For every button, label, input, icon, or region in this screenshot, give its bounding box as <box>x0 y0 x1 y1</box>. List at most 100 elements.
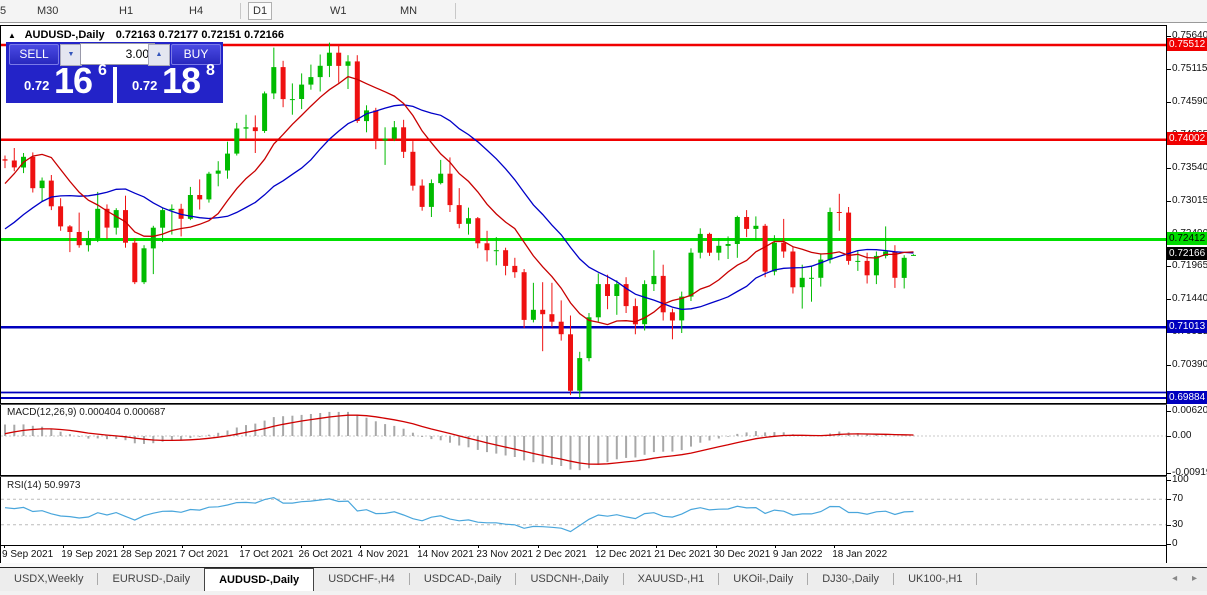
candle-body <box>85 238 91 246</box>
candle-body <box>11 160 17 168</box>
price-tick-label: 0.70390 <box>1172 359 1207 371</box>
rsi-plot[interactable] <box>1 477 1166 545</box>
date-label: 9 Sep 2021 <box>2 549 54 560</box>
candle-body <box>568 334 573 391</box>
date-label: 7 Oct 2021 <box>179 549 229 560</box>
tab-scroll-left-icon[interactable]: ◂ <box>1172 573 1177 584</box>
chart-tab-xauusd-h1[interactable]: XAUUSD-,H1 <box>624 568 719 591</box>
candle-body <box>215 170 221 174</box>
timeframe-button-h4[interactable]: H4 <box>185 3 207 19</box>
date-label: 28 Sep 2021 <box>120 549 178 560</box>
timeframe-toolbar: 5 M30 H1 H4 D1 W1 MN <box>0 0 1207 23</box>
panel-separator[interactable] <box>0 404 1167 405</box>
candle-body <box>336 52 342 66</box>
candle-body <box>790 251 796 288</box>
candle-body <box>345 61 351 66</box>
panel-separator[interactable] <box>0 476 1167 477</box>
chart-tab-usdcnh-daily[interactable]: USDCNH-,Daily <box>516 568 622 591</box>
chart-tab-usdx-weekly[interactable]: USDX,Weekly <box>0 568 97 591</box>
candle-body <box>410 151 416 186</box>
tab-scroll-right-icon[interactable]: ▸ <box>1192 573 1197 584</box>
timeframe-button-h1[interactable]: H1 <box>115 3 137 19</box>
chart-tab-usdcad-daily[interactable]: USDCAD-,Daily <box>410 568 516 591</box>
date-tick <box>63 545 65 548</box>
candle-body <box>95 208 101 239</box>
rsi-axis-label: 30 <box>1172 518 1184 530</box>
price-tick <box>1166 200 1171 202</box>
candle-body <box>734 217 740 244</box>
date-tick <box>478 545 480 548</box>
date-label: 19 Sep 2021 <box>61 549 119 560</box>
candle-body <box>150 227 156 249</box>
candle-body <box>688 252 694 297</box>
candle-body <box>484 243 490 251</box>
candle-body <box>39 180 45 189</box>
sell-button[interactable]: SELL <box>9 44 59 65</box>
candle-body <box>419 185 425 207</box>
candle-body <box>382 138 388 141</box>
chart-tab-uk100-h1[interactable]: UK100-,H1 <box>894 568 976 591</box>
candle-body <box>438 173 444 184</box>
chart-border-right <box>1166 25 1167 566</box>
date-label: 17 Oct 2021 <box>239 549 294 560</box>
candle-body <box>864 260 870 276</box>
date-tick <box>774 545 776 548</box>
candle-body <box>503 250 509 266</box>
candle-body <box>123 210 128 243</box>
candle-body <box>447 173 453 206</box>
candle-body <box>132 242 138 283</box>
candle-body <box>799 277 805 288</box>
chart-window: ▲ AUDUSD-,Daily 0.72163 0.72177 0.72151 … <box>0 25 1207 570</box>
date-label: 14 Nov 2021 <box>417 549 474 560</box>
price-tick-label: 0.71965 <box>1172 260 1207 272</box>
candle-body <box>428 183 434 207</box>
timeframe-button-m30[interactable]: M30 <box>33 3 62 19</box>
chart-tab-ukoil-daily[interactable]: UKOil-,Daily <box>719 568 807 591</box>
price-tick <box>1166 68 1171 70</box>
date-label: 2 Dec 2021 <box>535 549 587 560</box>
candle-body <box>206 173 212 200</box>
chart-tab-dj30-daily[interactable]: DJ30-,Daily <box>808 568 893 591</box>
rsi-line <box>4 496 914 533</box>
candle-body <box>762 225 768 272</box>
candle-body <box>753 225 759 229</box>
buy-price-big: 18 <box>162 60 201 101</box>
date-label: 18 Jan 2022 <box>832 549 888 560</box>
price-level-badge: 0.74002 <box>1167 132 1207 146</box>
price-tick-label: 0.75115 <box>1172 62 1207 74</box>
price-tick <box>1166 167 1171 169</box>
price-tick-label: 0.74590 <box>1172 95 1207 107</box>
timeframe-button-d1[interactable]: D1 <box>248 2 273 20</box>
date-label: 12 Dec 2021 <box>595 549 652 560</box>
rsi-tick <box>1166 499 1171 501</box>
candle-body <box>466 218 471 224</box>
price-divider <box>113 67 117 103</box>
candle-body <box>308 77 314 85</box>
chart-tab-audusd-daily[interactable]: AUDUSD-,Daily <box>204 568 315 591</box>
candle-body <box>48 180 54 207</box>
timeframe-button-5[interactable]: 5 <box>0 3 10 19</box>
price-tick <box>1166 365 1171 367</box>
price-tick <box>1166 266 1171 268</box>
candle-body <box>771 242 777 272</box>
candle-body <box>901 257 907 278</box>
price-level-badge: 0.72412 <box>1167 231 1207 245</box>
candle-body <box>549 314 555 322</box>
rsi-axis-label: 100 <box>1172 474 1189 485</box>
candle-body <box>651 275 657 285</box>
candle-body <box>530 309 536 320</box>
price-level-badge: 0.75512 <box>1167 37 1207 51</box>
macd-plot[interactable] <box>1 405 1166 475</box>
date-label: 4 Nov 2021 <box>357 549 409 560</box>
candle-body <box>197 195 203 200</box>
date-tick <box>122 545 124 548</box>
date-label: 30 Dec 2021 <box>713 549 771 560</box>
candle-body <box>540 309 546 315</box>
chart-tab-usdchf-h4[interactable]: USDCHF-,H4 <box>314 568 409 591</box>
candle-body <box>809 277 814 279</box>
timeframe-button-w1[interactable]: W1 <box>326 3 351 19</box>
candle-body <box>141 248 147 283</box>
timeframe-button-mn[interactable]: MN <box>396 3 421 19</box>
buy-price-prefix: 0.72 <box>132 78 158 93</box>
chart-tab-eurusd-daily[interactable]: EURUSD-,Daily <box>98 568 204 591</box>
